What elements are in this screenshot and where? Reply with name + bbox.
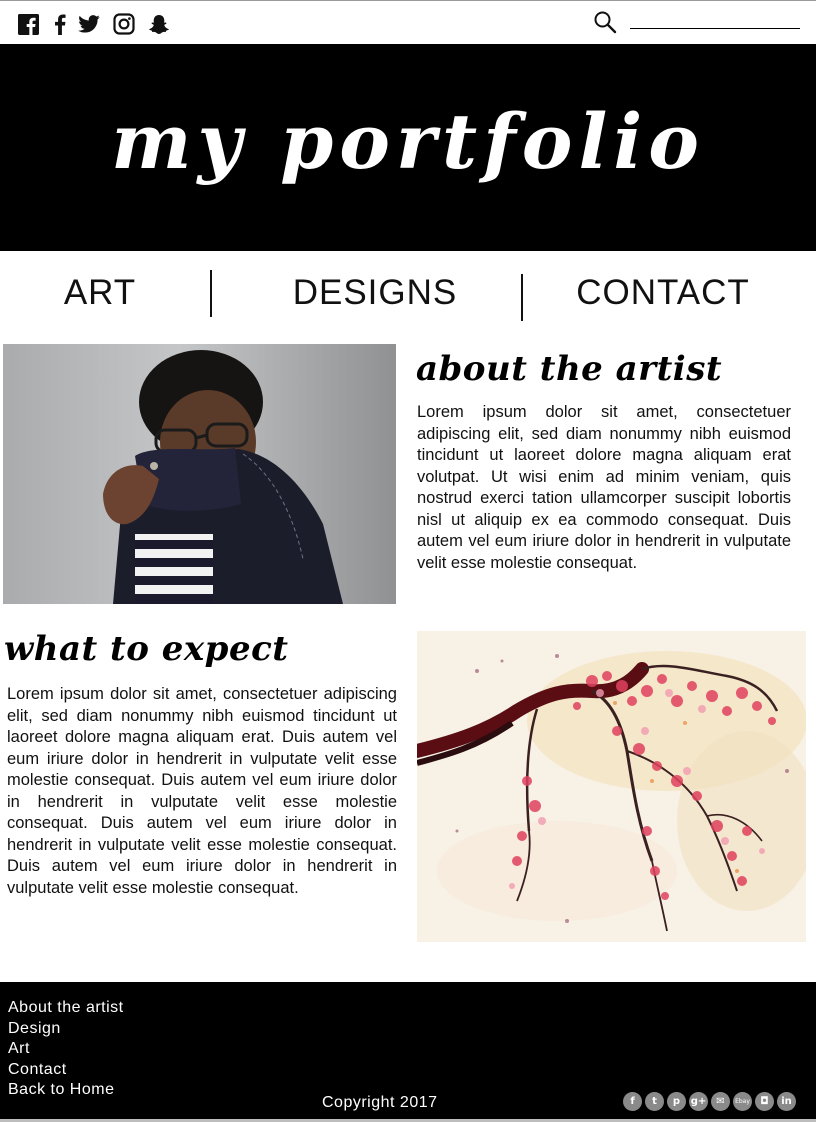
linkedin-icon[interactable]: in <box>777 1092 796 1111</box>
instagram-icon[interactable] <box>113 13 135 35</box>
about-text: Lorem ipsum dolor sit amet, consectetuer… <box>417 403 791 572</box>
pinterest-icon[interactable]: p <box>667 1092 686 1111</box>
nav-designs[interactable]: DESIGNS <box>280 272 470 314</box>
site-title: my portfolio <box>111 97 705 186</box>
footer-link-about[interactable]: About the artist <box>8 998 124 1019</box>
nav-contact[interactable]: CONTACT <box>570 272 756 314</box>
expect-text: Lorem ipsum dolor sit amet, consectetuer… <box>7 685 397 897</box>
nav-art[interactable]: ART <box>40 272 160 314</box>
snapchat-icon[interactable] <box>148 13 170 35</box>
twitter-icon[interactable] <box>78 13 100 35</box>
search-input[interactable] <box>630 11 800 29</box>
about-heading: about the artist <box>416 349 723 389</box>
google-plus-icon[interactable]: g+ <box>689 1092 708 1111</box>
facebook-square-icon[interactable] <box>17 13 39 35</box>
email-icon[interactable]: ✉ <box>711 1092 730 1111</box>
artist-photo <box>3 344 396 604</box>
ebay-icon[interactable]: Ebay <box>733 1092 752 1111</box>
expect-heading: what to expect <box>4 629 289 669</box>
hero-banner: my portfolio <box>0 44 816 251</box>
search-icon[interactable] <box>593 10 617 34</box>
twitter-icon[interactable]: t <box>645 1092 664 1111</box>
instagram-icon[interactable]: ◘ <box>755 1092 774 1111</box>
footer-social-icons: f t p g+ ✉ Ebay ◘ in <box>623 1092 796 1111</box>
facebook-icon[interactable] <box>49 13 71 35</box>
footer-link-design[interactable]: Design <box>8 1019 124 1040</box>
nav-divider <box>521 274 523 321</box>
top-bar <box>0 0 816 44</box>
footer: About the artist Design Art Contact Back… <box>0 982 816 1119</box>
footer-link-art[interactable]: Art <box>8 1039 124 1060</box>
facebook-icon[interactable]: f <box>623 1092 642 1111</box>
footer-link-home[interactable]: Back to Home <box>8 1080 124 1101</box>
footer-links: About the artist Design Art Contact Back… <box>8 998 124 1101</box>
footer-link-contact[interactable]: Contact <box>8 1060 124 1081</box>
copyright: Copyright 2017 <box>322 1094 438 1111</box>
nav-divider <box>210 270 212 317</box>
cherry-blossom-painting <box>417 631 806 942</box>
